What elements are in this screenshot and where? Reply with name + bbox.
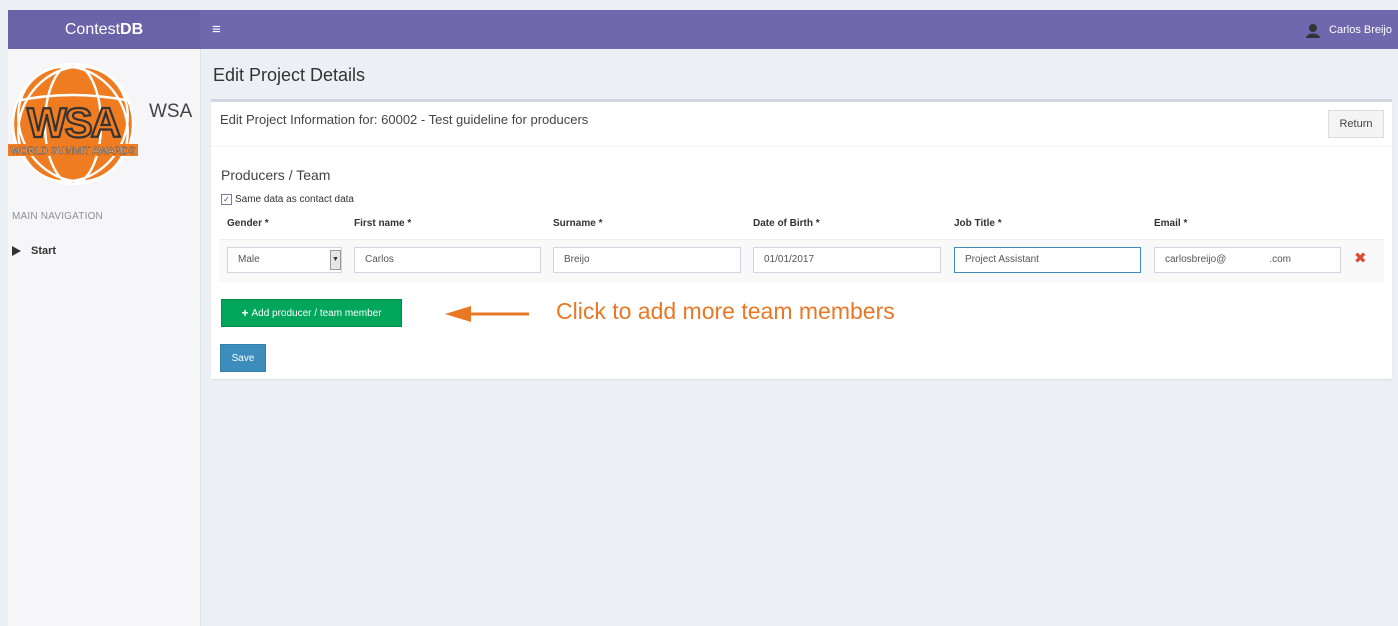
triangle-right-icon	[12, 246, 21, 256]
same-data-label: Same data as contact data	[235, 194, 354, 205]
user-name: Carlos Breijo	[1329, 23, 1392, 36]
column-header-first-name: First name *	[354, 218, 412, 229]
chevron-down-icon[interactable]: ▼	[330, 250, 341, 270]
email-input[interactable]: carlosbreijo@ .com	[1154, 247, 1341, 273]
gender-value: Male	[238, 254, 260, 265]
annotation-text: Click to add more team members	[556, 298, 895, 324]
brand-prefix: Contest	[64, 21, 121, 38]
wsa-logo: WSA WORLD SUMMIT AWARDS WSA	[8, 59, 200, 191]
add-producer-button[interactable]: + Add producer / team member	[221, 299, 402, 327]
logo-caption: WORLD SUMMIT AWARDS	[11, 146, 136, 157]
first-name-input[interactable]: Carlos	[354, 247, 541, 273]
job-title-input[interactable]: Project Assistant	[954, 247, 1141, 273]
plus-icon: +	[241, 306, 249, 320]
column-header-gender: Gender *	[227, 218, 269, 229]
dob-input[interactable]: 01/01/2017	[753, 247, 941, 273]
add-producer-label: Add producer / team member	[251, 307, 382, 319]
sidebar-item-start[interactable]: Start	[10, 241, 190, 261]
globe-logo-icon: WSA WORLD SUMMIT AWARDS	[8, 62, 138, 186]
remove-row-icon[interactable]: ✖	[1354, 249, 1367, 267]
logo-text: WSA	[149, 101, 193, 122]
nav-header: MAIN NAVIGATION	[12, 211, 103, 222]
email-domain: .com	[1269, 254, 1291, 265]
sidebar-item-label: Start	[31, 245, 57, 257]
save-button[interactable]: Save	[220, 344, 266, 372]
return-button[interactable]: Return	[1328, 110, 1384, 138]
column-header-job-title: Job Title *	[954, 218, 1002, 229]
svg-text:WSA: WSA	[27, 99, 121, 146]
project-box: Edit Project Information for: 60002 - Te…	[211, 99, 1392, 379]
user-menu[interactable]: Carlos Breijo	[1305, 10, 1392, 49]
brand-bold: DB	[120, 21, 144, 38]
user-avatar-icon	[1306, 23, 1321, 38]
same-data-checkbox-row[interactable]: ✓ Same data as contact data	[221, 194, 354, 205]
top-navbar: ContestDB ≡ Carlos Breijo	[8, 10, 1398, 49]
gender-select[interactable]: Male ▼	[227, 247, 342, 273]
page-title: Edit Project Details	[213, 65, 366, 85]
same-data-checkbox[interactable]: ✓	[221, 194, 232, 205]
sidebar: WSA WORLD SUMMIT AWARDS WSA MAIN NAVIGAT…	[8, 49, 201, 626]
column-header-surname: Surname *	[553, 218, 603, 229]
arrow-left-icon	[445, 306, 529, 322]
box-title: Edit Project Information for: 60002 - Te…	[220, 112, 589, 127]
surname-input[interactable]: Breijo	[553, 247, 741, 273]
column-header-dob: Date of Birth *	[753, 218, 820, 229]
hamburger-icon[interactable]: ≡	[212, 10, 221, 49]
box-header: Edit Project Information for: 60002 - Te…	[211, 102, 1392, 147]
brand-logo[interactable]: ContestDB	[8, 10, 200, 49]
email-user: carlosbreijo@	[1165, 254, 1227, 265]
section-title: Producers / Team	[221, 167, 331, 183]
column-header-email: Email *	[1154, 218, 1188, 229]
